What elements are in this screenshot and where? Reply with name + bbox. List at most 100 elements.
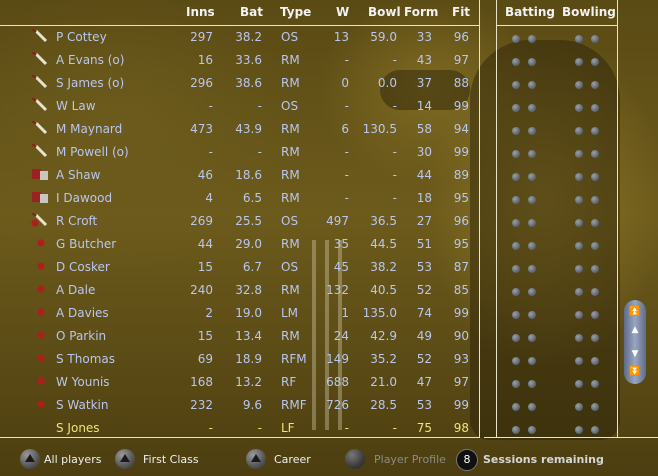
player-bat: 18.9 xyxy=(235,352,262,366)
player-row[interactable]: G Butcher 44 29.0 RM 35 44.5 51 95 xyxy=(0,235,599,258)
player-name[interactable]: A Davies xyxy=(56,306,109,320)
rating-dots xyxy=(512,262,602,276)
rating-dots xyxy=(512,331,602,345)
player-fit: 97 xyxy=(453,375,469,389)
first-class-button[interactable] xyxy=(115,449,135,469)
bat-icon xyxy=(30,74,50,89)
rating-dot xyxy=(512,104,520,112)
player-type: RM xyxy=(281,283,300,297)
player-type: RM xyxy=(281,76,300,90)
scroll-down-fast-button[interactable]: ⏬ xyxy=(628,366,642,378)
player-name[interactable]: P Cottey xyxy=(56,30,107,44)
player-row[interactable]: R Croft 269 25.5 OS 497 36.5 27 96 xyxy=(0,212,599,235)
scroll-down-button[interactable]: ▼ xyxy=(628,348,642,360)
all-players-button[interactable] xyxy=(20,449,40,469)
rating-dot xyxy=(512,334,520,342)
player-name[interactable]: A Evans (o) xyxy=(56,53,124,67)
player-name[interactable]: A Shaw xyxy=(56,168,100,182)
scroll-up-fast-button[interactable]: ⏫ xyxy=(628,306,642,318)
player-row[interactable]: A Dale 240 32.8 RM 132 40.5 52 85 xyxy=(0,281,599,304)
rating-dot xyxy=(528,311,536,319)
rating-dot xyxy=(512,196,520,204)
player-inns: - xyxy=(208,145,213,159)
scrollbar[interactable]: ⏫ ▲ ▼ ⏬ xyxy=(624,300,646,384)
player-name[interactable]: I Dawood xyxy=(56,191,112,205)
rating-dot xyxy=(591,81,599,89)
player-bat: 9.6 xyxy=(242,398,262,412)
player-name[interactable]: W Law xyxy=(56,99,96,113)
player-row[interactable]: S Watkin 232 9.6 RMF 726 28.5 53 99 xyxy=(0,396,599,419)
player-row[interactable]: S James (o) 296 38.6 RM 0 0.0 37 88 xyxy=(0,74,599,97)
scroll-up-button[interactable]: ▲ xyxy=(628,324,642,336)
player-row[interactable]: W Law - - OS - -14 99 xyxy=(0,97,599,120)
all-players-label[interactable]: All players xyxy=(44,453,101,466)
career-label[interactable]: Career xyxy=(274,453,311,466)
player-w: 45 xyxy=(333,260,349,274)
keeper-icon xyxy=(30,166,50,180)
player-bat: 33.6 xyxy=(235,53,262,67)
player-inns: - xyxy=(208,421,213,435)
rating-dot xyxy=(512,35,520,43)
player-name[interactable]: D Cosker xyxy=(56,260,110,274)
player-name[interactable]: M Maynard xyxy=(56,122,122,136)
col-header-inns[interactable]: Inns xyxy=(186,5,215,19)
rating-dot xyxy=(528,58,536,66)
rating-dot xyxy=(512,288,520,296)
player-row[interactable]: M Powell (o) - - RM - -30 99 xyxy=(0,143,599,166)
rating-dot xyxy=(528,334,536,342)
player-row[interactable]: S Jones - - LF - -75 98 xyxy=(0,419,599,442)
rating-dot xyxy=(528,265,536,273)
player-name[interactable]: S Thomas xyxy=(56,352,115,366)
player-name[interactable]: W Younis xyxy=(56,375,110,389)
rating-dot xyxy=(575,173,583,181)
player-name[interactable]: O Parkin xyxy=(56,329,106,343)
player-name[interactable]: A Dale xyxy=(56,283,95,297)
first-class-label[interactable]: First Class xyxy=(143,453,199,466)
header-divider-left xyxy=(0,25,480,26)
col-header-bat[interactable]: Bat xyxy=(240,5,263,19)
ball-icon xyxy=(30,304,50,318)
career-button[interactable] xyxy=(246,449,266,469)
player-profile-button[interactable] xyxy=(345,449,365,469)
player-name[interactable]: S Watkin xyxy=(56,398,108,412)
player-row[interactable]: A Shaw 46 18.6 RM - -44 89 xyxy=(0,166,599,189)
col-header-bowl[interactable]: Bowl xyxy=(368,5,401,19)
player-bat: 29.0 xyxy=(235,237,262,251)
rating-dot xyxy=(575,288,583,296)
triangle-icon xyxy=(251,454,261,462)
player-fit: 89 xyxy=(453,168,469,182)
rating-dot xyxy=(591,357,599,365)
col-header-form[interactable]: Form xyxy=(404,5,438,19)
player-row[interactable]: S Thomas 69 18.9 RFM 149 35.2 52 93 xyxy=(0,350,599,373)
player-inns: 15 xyxy=(197,260,213,274)
bat-icon xyxy=(30,51,50,66)
rating-dot xyxy=(591,219,599,227)
player-w: - xyxy=(344,191,349,205)
player-name[interactable]: S Jones xyxy=(56,421,100,435)
col-header-fit[interactable]: Fit xyxy=(452,5,470,19)
player-row[interactable]: A Evans (o) 16 33.6 RM - -43 97 xyxy=(0,51,599,74)
player-row[interactable]: D Cosker 15 6.7 OS 45 38.2 53 87 xyxy=(0,258,599,281)
rating-dot xyxy=(512,357,520,365)
ball-icon xyxy=(30,373,50,387)
player-name[interactable]: R Croft xyxy=(56,214,97,228)
player-row[interactable]: I Dawood 4 6.5 RM - -18 95 xyxy=(0,189,599,212)
col-header-type[interactable]: Type xyxy=(280,5,311,19)
player-row[interactable]: M Maynard 473 43.9 RM 6 130.5 58 94 xyxy=(0,120,599,143)
bat-icon xyxy=(30,120,50,135)
col-header-w[interactable]: W xyxy=(336,5,349,19)
player-name[interactable]: G Butcher xyxy=(56,237,116,251)
rating-dot xyxy=(528,35,536,43)
player-fit: 94 xyxy=(453,122,469,136)
player-name[interactable]: M Powell (o) xyxy=(56,145,129,159)
bat-icon xyxy=(30,143,50,158)
player-row[interactable]: P Cottey 297 38.2 OS 13 59.0 33 96 xyxy=(0,28,599,51)
player-name[interactable]: S James (o) xyxy=(56,76,124,90)
player-row[interactable]: W Younis 168 13.2 RF 688 21.0 47 97 xyxy=(0,373,599,396)
player-row[interactable]: O Parkin 15 13.4 RM 24 42.9 49 90 xyxy=(0,327,599,350)
player-w: 6 xyxy=(341,122,349,136)
player-row[interactable]: A Davies 2 19.0 LM 1 135.0 74 99 xyxy=(0,304,599,327)
rating-dot xyxy=(528,127,536,135)
ball-icon xyxy=(30,350,50,364)
player-profile-label[interactable]: Player Profile xyxy=(374,453,446,466)
